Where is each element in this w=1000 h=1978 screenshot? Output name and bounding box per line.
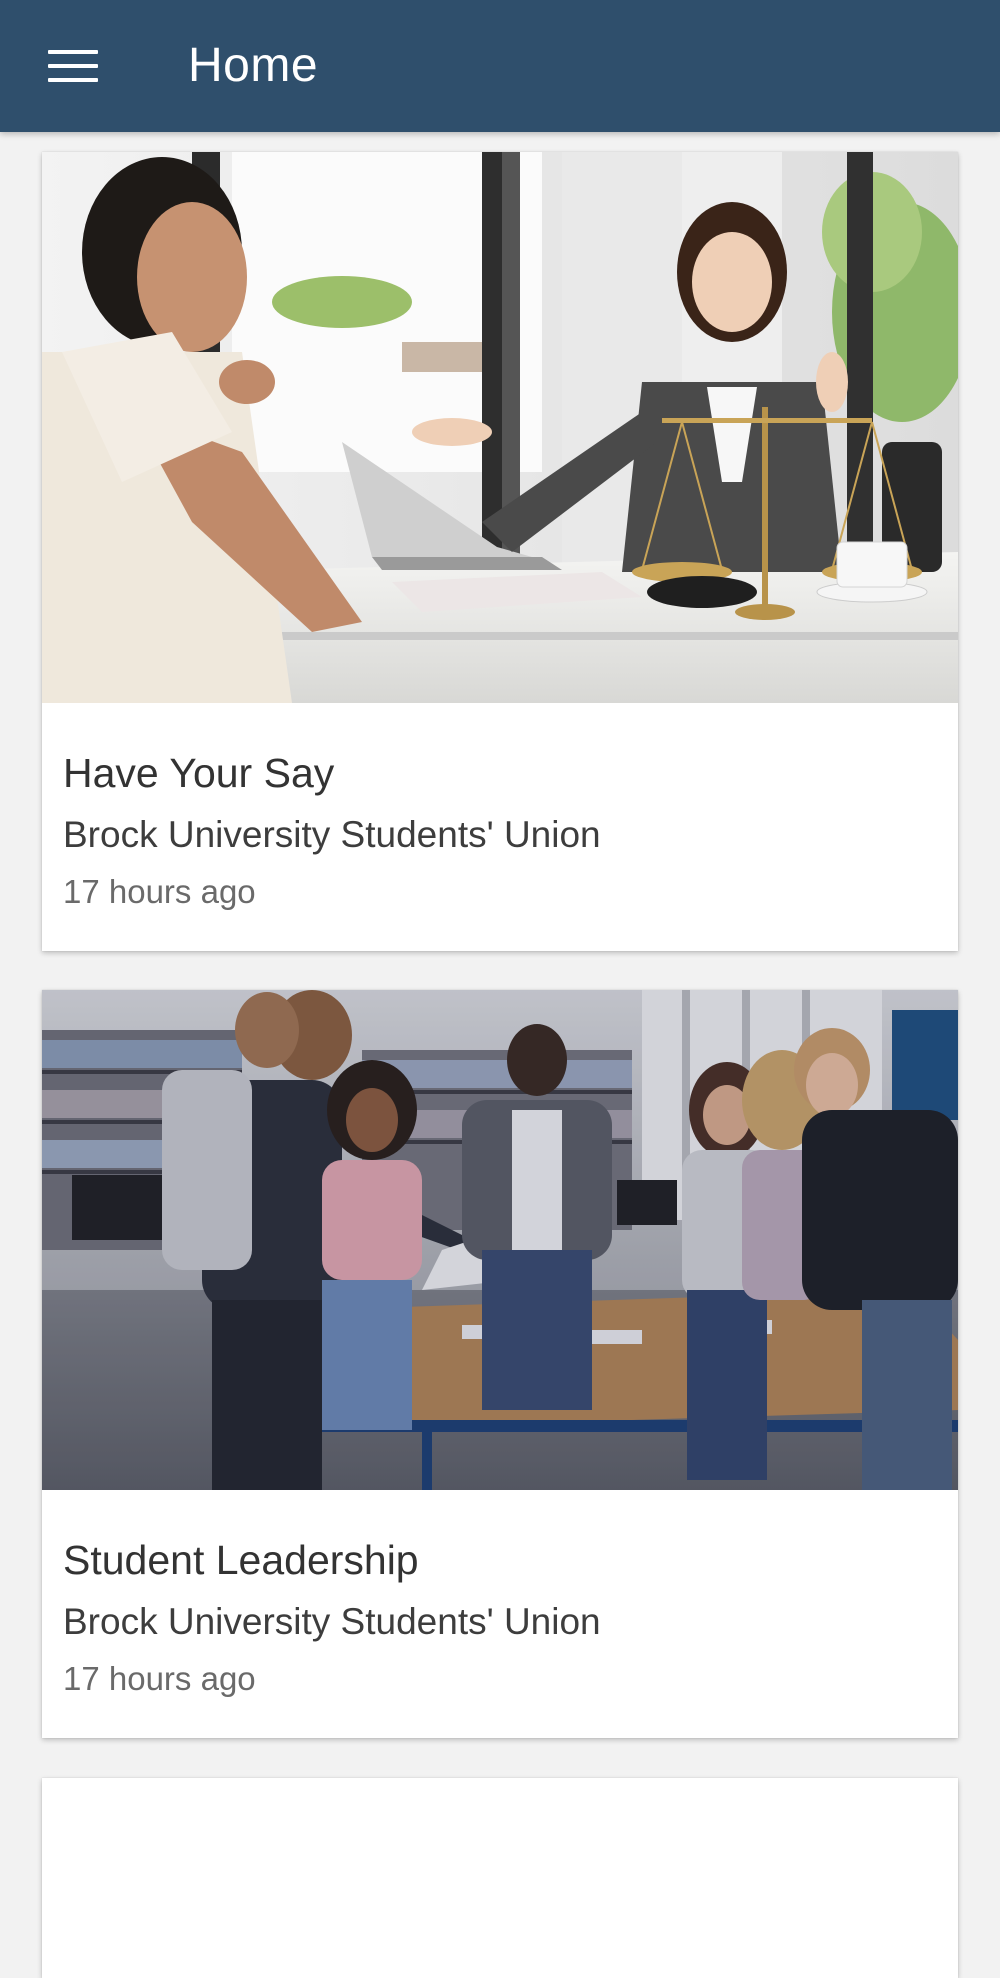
hamburger-menu-icon[interactable] xyxy=(34,36,110,96)
news-card[interactable]: Student Leadership Brock University Stud… xyxy=(42,990,958,1738)
card-image-student-group[interactable] xyxy=(42,990,958,1490)
card-image-legal-meeting[interactable] xyxy=(42,152,958,703)
card-title: Student Leadership xyxy=(63,1537,419,1583)
card-title: Have Your Say xyxy=(63,750,335,796)
news-card[interactable] xyxy=(42,1778,958,1978)
card-timestamp: 17 hours ago xyxy=(63,1660,256,1697)
page-title: Home xyxy=(188,39,319,92)
card-timestamp: 17 hours ago xyxy=(63,873,256,910)
news-card[interactable]: Have Your Say Brock University Students'… xyxy=(42,152,958,951)
card-organization: Brock University Students' Union xyxy=(63,814,601,855)
card-organization: Brock University Students' Union xyxy=(63,1601,601,1642)
app-bar: Home xyxy=(0,0,1000,132)
